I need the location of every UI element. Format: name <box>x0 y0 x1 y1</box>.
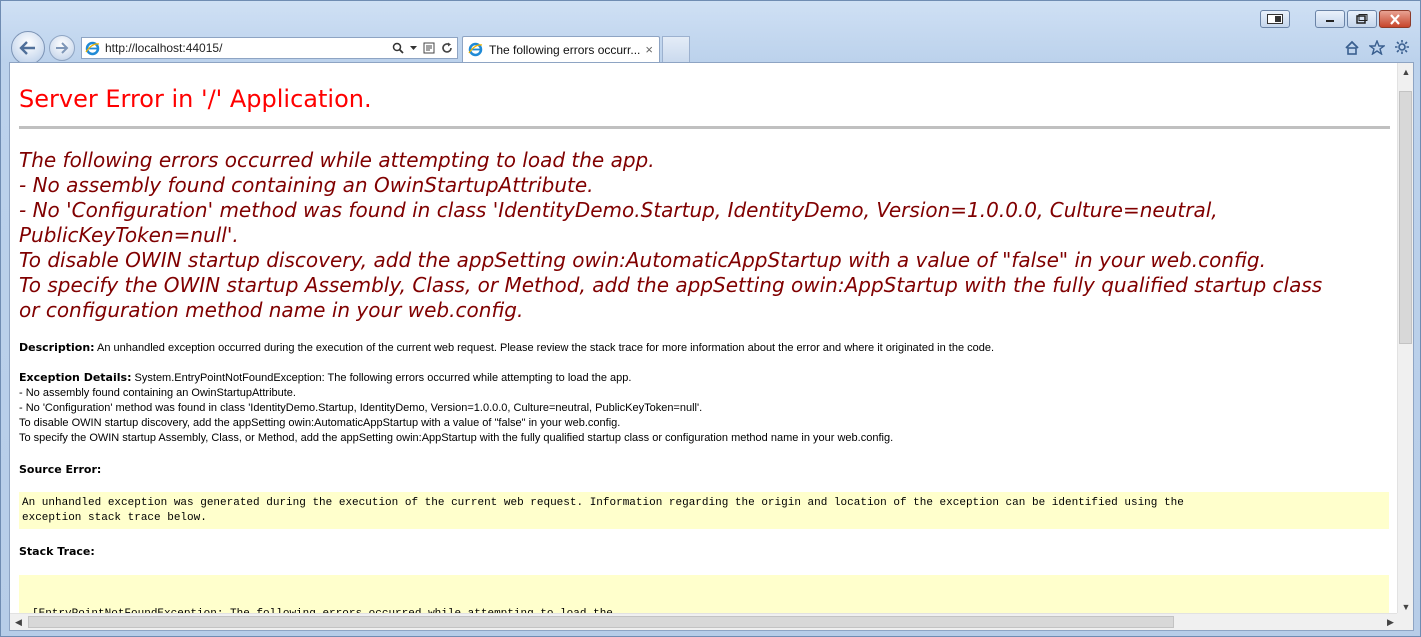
source-error-line: exception stack trace below. <box>22 512 207 524</box>
scroll-left-icon[interactable]: ◀ <box>10 614 27 630</box>
browser-toolbar-icons <box>1344 39 1410 55</box>
stack-trace-box: [EntryPointNotFoundException: The follow… <box>19 575 1389 615</box>
address-url[interactable]: http://localhost:44015/ <box>105 41 392 55</box>
divider <box>19 126 1390 129</box>
error-message-line: or configuration method name in your web… <box>19 298 524 322</box>
exception-line: To disable OWIN startup discovery, add t… <box>19 417 621 429</box>
vertical-scrollbar[interactable]: ▲ ▼ <box>1397 63 1413 615</box>
tab-close-icon[interactable]: × <box>645 42 653 57</box>
exception-line: - No 'Configuration' method was found in… <box>19 402 703 414</box>
error-message-line: To specify the OWIN startup Assembly, Cl… <box>19 273 1323 297</box>
source-error-label: Source Error: <box>19 463 102 476</box>
exception-section: Exception Details: System.EntryPointNotF… <box>19 370 893 446</box>
window-controls <box>1315 10 1411 28</box>
home-icon[interactable] <box>1344 40 1360 55</box>
ie-logo-icon <box>468 42 483 57</box>
error-message-line: PublicKeyToken=null'. <box>19 223 239 247</box>
description-label: Description: <box>19 341 95 354</box>
scrollbar-corner <box>1397 613 1413 630</box>
horizontal-scroll-thumb[interactable] <box>28 616 1174 628</box>
error-message-line: To disable OWIN startup discovery, add t… <box>19 248 1266 272</box>
window-snap-icon <box>1267 14 1283 24</box>
source-error-line: An unhandled exception was generated dur… <box>22 497 1184 509</box>
dropdown-arrow-icon[interactable] <box>410 45 417 51</box>
minimize-icon <box>1326 20 1334 22</box>
error-message-line: - No assembly found containing an OwinSt… <box>19 173 594 197</box>
ie-logo-icon <box>85 41 100 55</box>
horizontal-scrollbar[interactable]: ◀ ▶ <box>10 613 1399 630</box>
new-tab-button[interactable] <box>662 36 690 62</box>
gear-icon[interactable] <box>1394 39 1410 55</box>
stack-trace-label: Stack Trace: <box>19 545 95 558</box>
description-section: Description: An unhandled exception occu… <box>19 340 994 356</box>
address-bar[interactable]: http://localhost:44015/ <box>81 37 458 59</box>
exception-line: To specify the OWIN startup Assembly, Cl… <box>19 432 894 444</box>
refresh-icon[interactable] <box>441 42 453 54</box>
search-icon[interactable] <box>392 42 404 54</box>
scroll-up-icon[interactable]: ▲ <box>1398 63 1413 80</box>
error-page: Server Error in '/' Application. The fol… <box>10 63 1399 615</box>
exception-line: - No assembly found containing an OwinSt… <box>19 387 296 399</box>
back-arrow-icon <box>19 41 35 55</box>
page-viewport: Server Error in '/' Application. The fol… <box>9 62 1414 631</box>
exception-text: System.EntryPointNotFoundException: The … <box>134 372 632 384</box>
address-tools <box>392 42 453 54</box>
star-icon[interactable] <box>1369 39 1385 55</box>
vertical-scroll-thumb[interactable] <box>1399 91 1412 344</box>
maximize-button[interactable] <box>1347 10 1377 28</box>
tab-active[interactable]: The following errors occurr... × <box>462 36 660 62</box>
exception-label: Exception Details: <box>19 371 132 384</box>
forward-arrow-icon <box>56 42 69 54</box>
back-button[interactable] <box>11 31 45 65</box>
close-icon <box>1390 13 1400 25</box>
source-error-box: An unhandled exception was generated dur… <box>19 492 1389 529</box>
stack-trace-section: Stack Trace: <box>19 544 95 560</box>
close-window-button[interactable] <box>1379 10 1411 28</box>
error-message: The following errors occurred while atte… <box>19 148 1391 323</box>
browser-window: http://localhost:44015/ The following er… <box>0 0 1421 637</box>
tab-title: The following errors occurr... <box>489 42 641 57</box>
error-message-line: The following errors occurred while atte… <box>19 148 655 172</box>
error-message-line: - No 'Configuration' method was found in… <box>19 198 1218 222</box>
forward-button[interactable] <box>49 35 75 61</box>
compatibility-view-icon[interactable] <box>423 42 435 54</box>
description-text: An unhandled exception occurred during t… <box>97 342 995 354</box>
minimize-button[interactable] <box>1315 10 1345 28</box>
page-title: Server Error in '/' Application. <box>19 85 372 113</box>
restore-icon <box>1356 14 1368 24</box>
source-error-section: Source Error: <box>19 462 101 478</box>
window-snap-button[interactable] <box>1260 10 1290 28</box>
